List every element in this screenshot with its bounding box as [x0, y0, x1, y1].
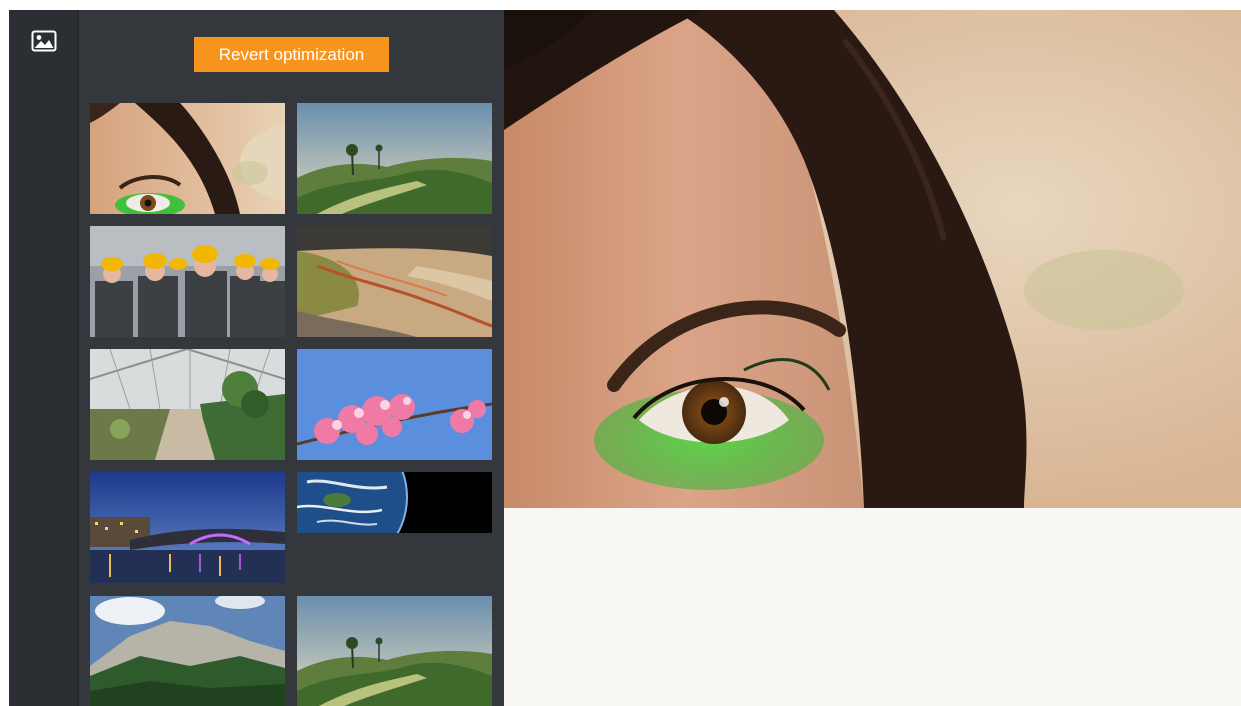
thumbnail-mountain-forest[interactable]	[90, 596, 285, 706]
thumbnail-woman-eye[interactable]	[90, 103, 285, 214]
tool-rail	[9, 10, 79, 706]
thumbnail-greenhouse[interactable]	[90, 349, 285, 460]
thumbnail-workers-hardhats[interactable]	[90, 226, 285, 337]
revert-optimization-button[interactable]: Revert optimization	[194, 37, 389, 72]
app-window: Revert optimization	[9, 10, 1241, 706]
thumbnail-canyon-river[interactable]	[297, 226, 492, 337]
gallery-button[interactable]	[30, 29, 58, 53]
thumbnail-tropical-hills-2[interactable]	[297, 596, 492, 706]
image-viewer	[504, 10, 1241, 706]
thumbnail-night-bridge[interactable]	[90, 472, 285, 583]
image-icon	[31, 30, 57, 52]
thumbnail-panel: Revert optimization	[79, 10, 504, 706]
thumbnail-cherry-blossom[interactable]	[297, 349, 492, 460]
thumbnail-tropical-hills[interactable]	[297, 103, 492, 214]
thumbnail-earth-space[interactable]	[297, 472, 492, 533]
main-image-woman-eye	[504, 10, 1241, 508]
